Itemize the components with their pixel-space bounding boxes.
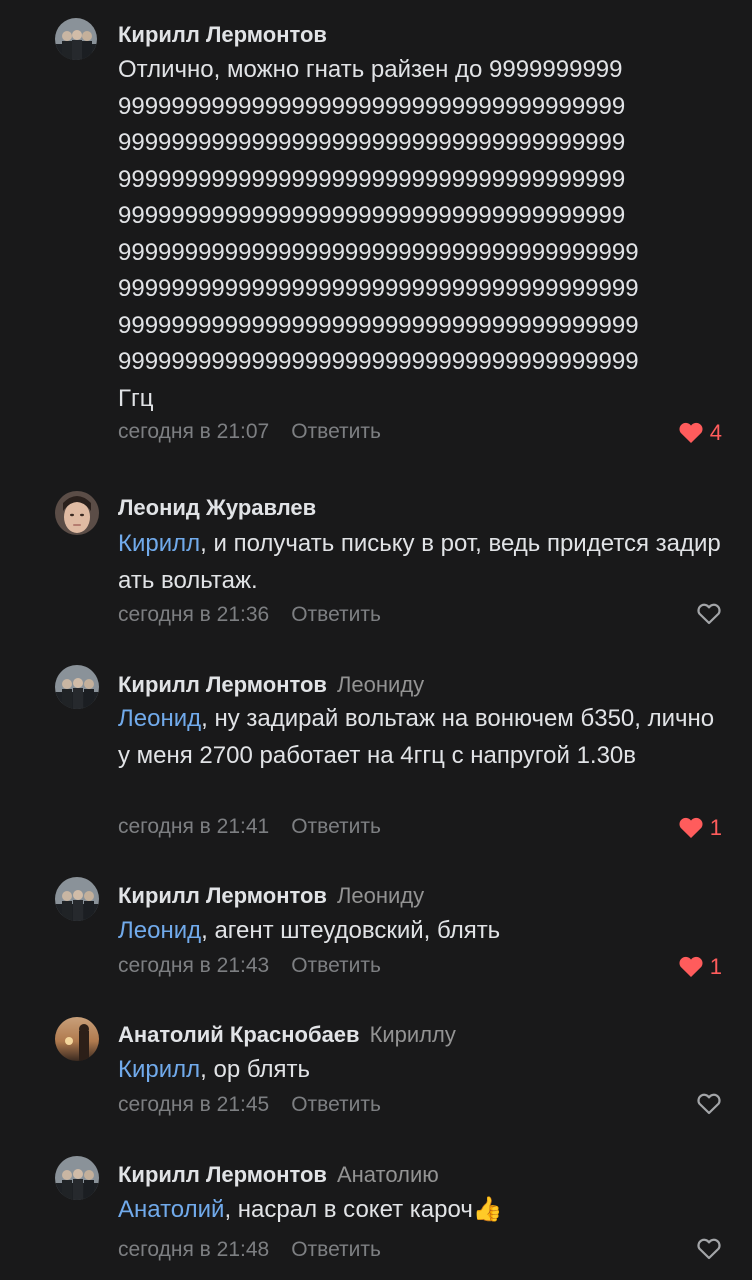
comment-author[interactable]: Кирилл Лермонтов Леониду — [118, 672, 424, 698]
comment-time[interactable]: сегодня в 21:41 — [118, 815, 269, 838]
like-count: 1 — [709, 954, 722, 979]
mention-link[interactable]: Анатолий — [118, 1196, 224, 1223]
comment-time[interactable]: сегодня в 21:36 — [118, 603, 269, 626]
reply-button[interactable]: Ответить — [291, 1093, 381, 1116]
text-line: 99999999999999999999999999999999999999 — [118, 129, 626, 156]
comment-text: Отлично, можно гнать райзен до 999999999… — [118, 52, 738, 417]
comment-author[interactable]: Анатолий Краснобаев Кириллу — [118, 1022, 456, 1048]
text-line: 999999999999999999999999999999999999999 — [118, 311, 639, 339]
group-photo-avatar[interactable] — [55, 877, 99, 921]
like-button[interactable]: 1 — [678, 815, 722, 841]
group-photo-avatar[interactable] — [55, 665, 99, 709]
mention-link[interactable]: Кирилл — [118, 530, 200, 557]
text-line: Отлично, можно гнать райзен до 999999999… — [118, 56, 623, 83]
mention-link[interactable]: Леонид — [118, 917, 201, 944]
comment-time[interactable]: сегодня в 21:07 — [118, 420, 269, 443]
comment-author[interactable]: Кирилл Лермонтов Леониду — [118, 883, 424, 909]
like-button[interactable] — [696, 1238, 722, 1260]
text-line: 999999999999999999999999999999999999999 — [118, 348, 639, 375]
comment-text: Анатолий, насрал в сокет кароч👍 — [118, 1192, 728, 1229]
text-line: Ггц — [118, 384, 154, 412]
comment-body: , агент штеудовский, блять — [201, 917, 501, 944]
author-name[interactable]: Леонид Журавлев — [118, 495, 316, 520]
reply-button[interactable]: Ответить — [291, 603, 381, 626]
comment-body: , ну задирай вольтаж на вонючем б350, ли… — [118, 705, 715, 769]
group-photo-avatar[interactable] — [55, 18, 97, 60]
group-photo-avatar[interactable] — [55, 1156, 99, 1200]
comment-meta: сегодня в 21:07 Ответить — [118, 420, 381, 444]
reply-button[interactable]: Ответить — [291, 815, 381, 838]
comment-body: , ор блять — [200, 1056, 311, 1083]
reply-to-label[interactable]: Анатолию — [337, 1162, 439, 1187]
comment-text: Леонид, агент штеудовский, блять — [118, 913, 728, 950]
comment-time[interactable]: сегодня в 21:45 — [118, 1093, 269, 1116]
reply-to-label[interactable]: Леониду — [337, 883, 424, 908]
heart-outline-icon — [697, 1093, 721, 1115]
comment-time[interactable]: сегодня в 21:48 — [118, 1238, 269, 1261]
like-count: 1 — [709, 815, 722, 840]
comment-author[interactable]: Кирилл Лермонтов Анатолию — [118, 1162, 439, 1188]
comment-text: Кирилл, ор блять — [118, 1052, 728, 1089]
text-line: 99999999999999999999999999999999999999 — [118, 202, 626, 229]
comment-meta: сегодня в 21:45 Ответить — [118, 1093, 381, 1117]
like-button[interactable] — [696, 1093, 722, 1115]
reply-button[interactable]: Ответить — [291, 954, 381, 977]
heart-filled-icon — [679, 817, 703, 838]
comment-text: Леонид, ну задирай вольтаж на вонючем б3… — [118, 701, 728, 774]
sunset-photo-avatar[interactable] — [55, 1017, 99, 1061]
author-name[interactable]: Анатолий Краснобаев — [118, 1022, 360, 1047]
comment-author[interactable]: Кирилл Лермонтов — [118, 22, 327, 48]
author-name[interactable]: Кирилл Лермонтов — [118, 883, 327, 908]
comment-body: , и получать письку в рот, ведь придется… — [118, 530, 721, 594]
comment-text: Кирилл, и получать письку в рот, ведь пр… — [118, 526, 728, 599]
comment-meta: сегодня в 21:36 Ответить — [118, 603, 381, 627]
comment-time[interactable]: сегодня в 21:43 — [118, 954, 269, 977]
comment-body: , насрал в сокет кароч👍 — [224, 1196, 503, 1223]
comment-meta: сегодня в 21:48 Ответить — [118, 1238, 381, 1262]
heart-filled-icon — [679, 956, 703, 977]
like-button[interactable]: 4 — [678, 420, 722, 446]
mention-link[interactable]: Кирилл — [118, 1056, 200, 1083]
author-name[interactable]: Кирилл Лермонтов — [118, 1162, 327, 1187]
face-photo-avatar[interactable] — [55, 491, 99, 535]
like-button[interactable]: 1 — [678, 954, 722, 980]
reply-button[interactable]: Ответить — [291, 420, 381, 443]
author-name[interactable]: Кирилл Лермонтов — [118, 672, 327, 697]
heart-filled-icon — [679, 422, 703, 443]
text-line: 999999999999999999999999999999999999999 — [118, 238, 639, 266]
reply-button[interactable]: Ответить — [291, 1238, 381, 1261]
comment-meta: сегодня в 21:43 Ответить — [118, 954, 381, 978]
heart-outline-icon — [697, 1238, 721, 1260]
heart-outline-icon — [697, 603, 721, 625]
comment-meta: сегодня в 21:41 Ответить — [118, 815, 381, 839]
mention-link[interactable]: Леонид — [118, 705, 201, 732]
text-line: 99999999999999999999999999999999999999 — [118, 165, 626, 193]
like-button[interactable] — [696, 603, 722, 625]
author-name[interactable]: Кирилл Лермонтов — [118, 22, 327, 47]
reply-to-label[interactable]: Леониду — [337, 672, 424, 697]
reply-to-label[interactable]: Кириллу — [370, 1022, 456, 1047]
text-line: 99999999999999999999999999999999999999 — [118, 92, 626, 120]
comment-author[interactable]: Леонид Журавлев — [118, 495, 316, 521]
text-line: 999999999999999999999999999999999999999 — [118, 275, 639, 302]
like-count: 4 — [709, 420, 722, 445]
